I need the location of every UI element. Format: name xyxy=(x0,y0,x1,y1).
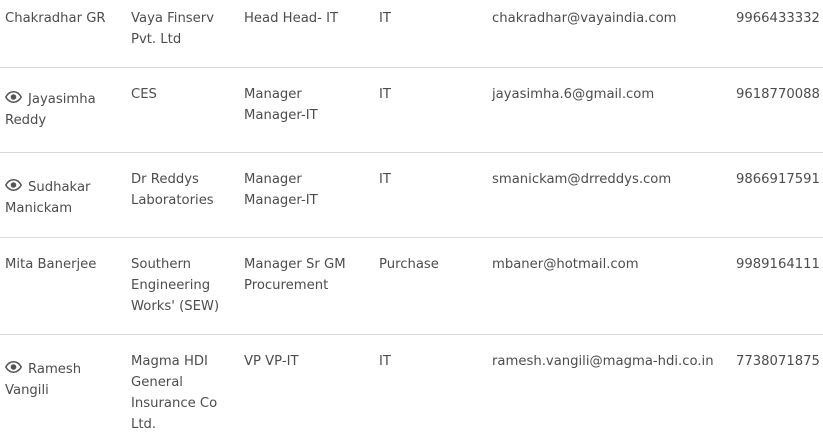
department: Purchase xyxy=(379,257,439,272)
eye-icon[interactable] xyxy=(5,91,22,103)
contact-name-text: Chakradhar GR xyxy=(5,11,106,26)
phone-number: 7738071875 xyxy=(736,354,820,369)
phone-number: 9618770088 xyxy=(736,87,820,102)
email-address: ramesh.vangili@magma-hdi.co.in xyxy=(492,354,714,369)
designation: Manager Sr GM Procurement xyxy=(244,257,346,293)
contact-name[interactable]: Ramesh Vangili xyxy=(5,359,90,401)
department: IT xyxy=(379,172,391,187)
phone-number: 9866917591 xyxy=(736,172,820,187)
table-row: Sudhakar Manickam Dr Reddys Laboratories… xyxy=(0,153,823,238)
contact-name: Chakradhar GR xyxy=(5,8,120,29)
email-address: chakradhar@vayaindia.com xyxy=(492,11,677,26)
department: IT xyxy=(379,11,391,26)
email-address: jayasimha.6@gmail.com xyxy=(492,87,655,102)
eye-icon[interactable] xyxy=(5,361,22,373)
table-row: Ramesh Vangili Magma HDI General Insuran… xyxy=(0,335,823,437)
company-name: Vaya Finserv Pvt. Ltd xyxy=(131,11,215,47)
designation: VP VP-IT xyxy=(244,354,299,369)
department: IT xyxy=(379,354,391,369)
designation: Manager Manager-IT xyxy=(244,172,318,208)
company-name: Magma HDI General Insurance Co Ltd. xyxy=(131,354,218,432)
designation: Manager Manager-IT xyxy=(244,87,318,123)
contact-name[interactable]: Jayasimha Reddy xyxy=(5,89,105,131)
table-row: Jayasimha Reddy CES Manager Manager-IT I… xyxy=(0,68,823,153)
company-name: Southern Engineering Works' (SEW) xyxy=(131,257,220,314)
company-name: CES xyxy=(131,87,157,102)
phone-number: 9966433332 xyxy=(736,11,820,26)
department: IT xyxy=(379,87,391,102)
table-row: Chakradhar GR Vaya Finserv Pvt. Ltd Head… xyxy=(0,0,823,68)
email-address: smanickam@drreddys.com xyxy=(492,172,672,187)
eye-icon[interactable] xyxy=(5,179,22,191)
company-name: Dr Reddys Laboratories xyxy=(131,172,214,208)
contact-name-text: Mita Banerjee xyxy=(5,257,97,272)
designation: Head Head- IT xyxy=(244,11,339,26)
contact-name[interactable]: Sudhakar Manickam xyxy=(5,177,105,219)
contacts-table: Chakradhar GR Vaya Finserv Pvt. Ltd Head… xyxy=(0,0,823,437)
phone-number: 9989164111 xyxy=(736,257,820,272)
email-address: mbaner@hotmail.com xyxy=(492,257,639,272)
contact-name: Mita Banerjee xyxy=(5,254,120,275)
table-row: Mita Banerjee Southern Engineering Works… xyxy=(0,238,823,335)
